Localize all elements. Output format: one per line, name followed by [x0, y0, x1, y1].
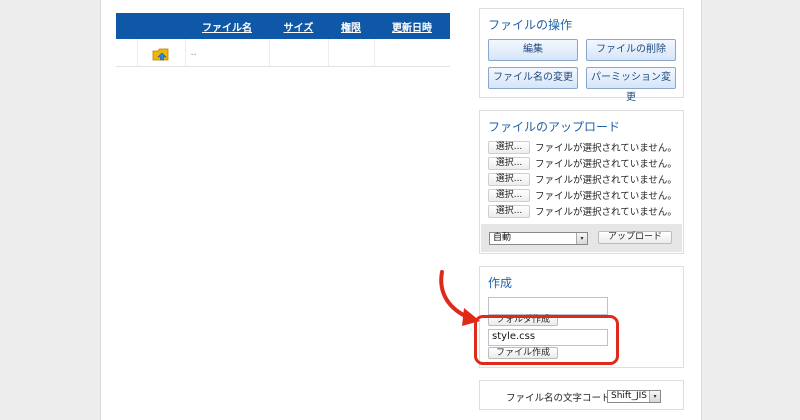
filename-encoding-panel: ファイル名の文字コード： Shift_JIS ▾ [479, 380, 684, 410]
change-permission-button[interactable]: パーミッション変更 [586, 67, 676, 103]
filename-encoding-label: ファイル名の文字コード： [506, 393, 621, 404]
no-file-selected-text: ファイルが選択されていません。 [535, 175, 677, 186]
file-operations-panel: ファイルの操作 編集 ファイルの削除 ファイル名の変更 パーミッション変更 [479, 8, 684, 103]
upload-mode-value: 自動 [493, 233, 512, 243]
row-modified-cell [373, 39, 450, 67]
delete-file-button[interactable]: ファイルの削除 [586, 39, 676, 61]
file-table: ファイル名 サイズ 権限 更新日時 .. [116, 13, 450, 67]
file-upload-panel: ファイルのアップロード 選択... ファイルが選択されていません。 選択... … [479, 110, 684, 254]
table-row[interactable]: .. [116, 39, 450, 67]
row-size-cell [268, 39, 328, 67]
upload-row: 選択... ファイルが選択されていません。 [488, 188, 677, 202]
upload-row: 選択... ファイルが選択されていません。 [488, 156, 677, 170]
no-file-selected-text: ファイルが選択されていません。 [535, 191, 677, 202]
no-file-selected-text: ファイルが選択されていません。 [535, 207, 677, 218]
row-checkbox-cell [116, 39, 137, 67]
edit-button[interactable]: 編集 [488, 39, 578, 61]
filename-encoding-select[interactable]: Shift_JIS ▾ [607, 390, 661, 403]
folder-name-input[interactable] [488, 297, 608, 315]
row-icon-cell[interactable] [136, 39, 185, 67]
choose-file-button[interactable]: 選択... [488, 204, 530, 218]
filename-encoding-value: Shift_JIS [611, 391, 647, 401]
table-header-row: ファイル名 サイズ 権限 更新日時 [116, 13, 450, 39]
file-upload-title: ファイルのアップロード [488, 120, 621, 134]
up-directory-icon[interactable] [152, 45, 170, 61]
upload-footer: 自動 ▾ アップロード [481, 224, 682, 252]
col-header-icon [137, 13, 185, 39]
col-header-size[interactable]: サイズ [269, 13, 328, 39]
col-header-filename[interactable]: ファイル名 [185, 13, 269, 39]
upload-mode-select[interactable]: 自動 ▾ [489, 232, 588, 245]
upload-row: 選択... ファイルが選択されていません。 [488, 172, 677, 186]
col-header-checkbox [116, 13, 137, 39]
annotation-highlight-box [474, 315, 619, 365]
col-header-permission[interactable]: 権限 [328, 13, 374, 39]
row-permission-cell [327, 39, 374, 67]
select-arrow-icon[interactable]: ▾ [649, 391, 660, 402]
choose-file-button[interactable]: 選択... [488, 172, 530, 186]
choose-file-button[interactable]: 選択... [488, 188, 530, 202]
rename-file-button[interactable]: ファイル名の変更 [488, 67, 578, 89]
no-file-selected-text: ファイルが選択されていません。 [535, 143, 677, 154]
no-file-selected-text: ファイルが選択されていません。 [535, 159, 677, 170]
upload-row: 選択... ファイルが選択されていません。 [488, 140, 677, 154]
choose-file-button[interactable]: 選択... [488, 140, 530, 154]
choose-file-button[interactable]: 選択... [488, 156, 530, 170]
select-arrow-icon[interactable]: ▾ [576, 233, 587, 244]
parent-directory-link[interactable]: .. [186, 47, 197, 58]
row-filename-cell[interactable]: .. [184, 39, 269, 67]
upload-button[interactable]: アップロード [598, 231, 672, 244]
upload-row: 選択... ファイルが選択されていません。 [488, 204, 677, 218]
col-header-modified[interactable]: 更新日時 [374, 13, 450, 39]
file-operations-title: ファイルの操作 [488, 18, 573, 32]
